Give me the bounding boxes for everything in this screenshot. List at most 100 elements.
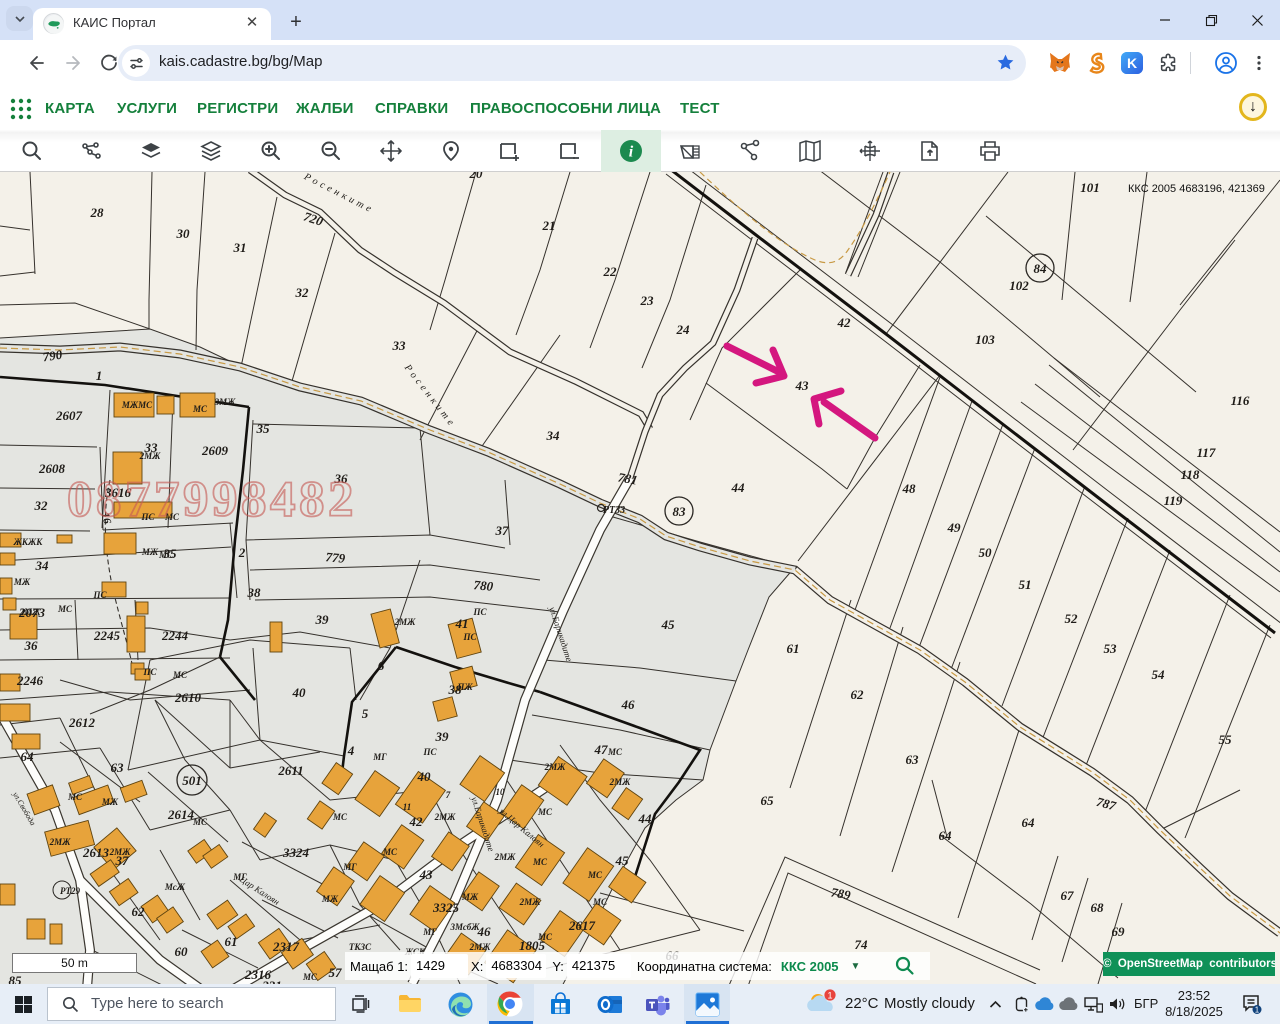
svg-text:31: 31 [233,240,247,255]
svg-text:30: 30 [176,226,191,241]
svg-text:МЖ: МЖ [461,892,479,902]
svg-text:43: 43 [795,378,810,393]
svg-text:43: 43 [419,867,434,882]
svg-text:K: K [1127,55,1137,71]
svg-text:63: 63 [906,752,920,767]
svg-text:44: 44 [731,480,746,495]
svg-text:61: 61 [787,641,800,656]
svg-text:2617: 2617 [568,918,596,933]
svg-text:МГ: МГ [232,872,247,882]
svg-text:2МЖ: 2МЖ [519,897,542,907]
svg-text:36: 36 [24,638,39,653]
svg-text:45: 45 [615,853,630,868]
svg-text:118: 118 [1181,467,1200,482]
svg-text:1: 1 [827,991,832,1001]
svg-text:МГ: МГ [422,927,437,937]
svg-text:779: 779 [325,549,346,566]
svg-text:ПС: ПС [142,667,157,677]
svg-text:116: 116 [1231,393,1250,408]
svg-text:МГ: МГ [372,752,387,762]
svg-text:34: 34 [546,428,561,443]
svg-text:45: 45 [661,617,676,632]
svg-text:2МЖ: 2МЖ [19,607,42,617]
svg-text:47: 47 [594,742,609,757]
svg-text:40: 40 [417,769,432,784]
svg-text:62: 62 [851,687,865,702]
svg-text:11: 11 [403,802,412,812]
svg-text:МС: МС [172,670,188,680]
svg-text:МС: МС [158,550,174,560]
svg-text:0877998482: 0877998482 [67,472,357,528]
svg-text:54: 54 [1152,667,1166,682]
svg-text:2МЖ: 2МЖ [109,847,132,857]
svg-text:74: 74 [855,937,869,952]
svg-text:49: 49 [947,520,962,535]
svg-text:РТ33: РТ33 [603,505,625,516]
svg-text:61: 61 [225,934,238,949]
svg-text:32: 32 [34,498,49,513]
svg-text:790: 790 [42,347,64,365]
svg-text:2610: 2610 [174,690,202,705]
svg-text:102: 102 [1009,278,1029,293]
svg-text:МС: МС [192,817,208,827]
svg-text:34: 34 [35,558,50,573]
svg-text:62: 62 [132,904,146,919]
svg-text:2МЖ: 2МЖ [394,617,417,627]
svg-text:МС: МС [537,932,553,942]
svg-text:3МЖ: 3МЖ [214,397,237,407]
svg-text:48: 48 [902,481,917,496]
svg-text:2317: 2317 [272,939,300,954]
svg-text:65: 65 [761,793,775,808]
svg-text:3МсбЖ: 3МсбЖ [449,922,480,932]
svg-text:3324: 3324 [282,845,310,860]
svg-text:МС: МС [382,847,398,857]
svg-text:2613: 2613 [82,845,110,860]
svg-text:ПС: ПС [472,607,487,617]
svg-text:2246: 2246 [16,673,44,688]
svg-text:2612: 2612 [68,715,96,730]
svg-text:51: 51 [1019,577,1032,592]
svg-text:2МЖ: 2МЖ [544,762,567,772]
svg-text:119: 119 [1164,493,1183,508]
svg-text:68: 68 [1091,900,1105,915]
svg-text:83: 83 [673,504,687,519]
svg-text:64: 64 [21,749,35,764]
svg-text:МС: МС [607,747,623,757]
svg-text:10: 10 [496,787,506,797]
svg-text:2МЖ: 2МЖ [434,812,457,822]
svg-text:52: 52 [1065,611,1079,626]
svg-text:2607: 2607 [55,408,83,423]
svg-text:РТ29: РТ29 [60,886,80,896]
svg-text:50: 50 [979,545,993,560]
svg-text:46: 46 [621,697,636,712]
svg-text:7: 7 [446,790,451,800]
svg-text:МС: МС [532,857,548,867]
svg-text:101: 101 [1080,180,1100,195]
svg-text:35: 35 [256,421,271,436]
svg-text:39: 39 [435,729,450,744]
svg-text:55: 55 [1219,732,1233,747]
svg-text:44: 44 [638,811,653,826]
svg-text:2МЖ: 2МЖ [139,451,162,461]
svg-text:780: 780 [473,577,494,594]
svg-text:84: 84 [1034,261,1048,276]
svg-text:МЖ: МЖ [321,894,339,904]
svg-text:МЖ: МЖ [141,547,159,557]
svg-text:ПС: ПС [422,747,437,757]
svg-text:МГ: МГ [342,862,357,872]
svg-text:2611: 2611 [277,763,303,778]
svg-text:69: 69 [1112,924,1126,939]
svg-text:2МЖ: 2МЖ [49,837,72,847]
svg-text:2244: 2244 [161,628,189,643]
svg-text:4: 4 [347,743,355,758]
svg-text:60: 60 [175,944,189,959]
svg-text:ЖКЖК: ЖКЖК [13,537,44,547]
svg-text:2МЖ: 2МЖ [609,777,632,787]
svg-text:33: 33 [392,338,407,353]
svg-text:2609: 2609 [201,443,229,458]
svg-text:117: 117 [1197,445,1216,460]
svg-text:21: 21 [542,218,556,233]
svg-text:2МЖ: 2МЖ [494,852,517,862]
svg-text:53: 53 [1104,641,1118,656]
svg-text:32: 32 [295,285,310,300]
